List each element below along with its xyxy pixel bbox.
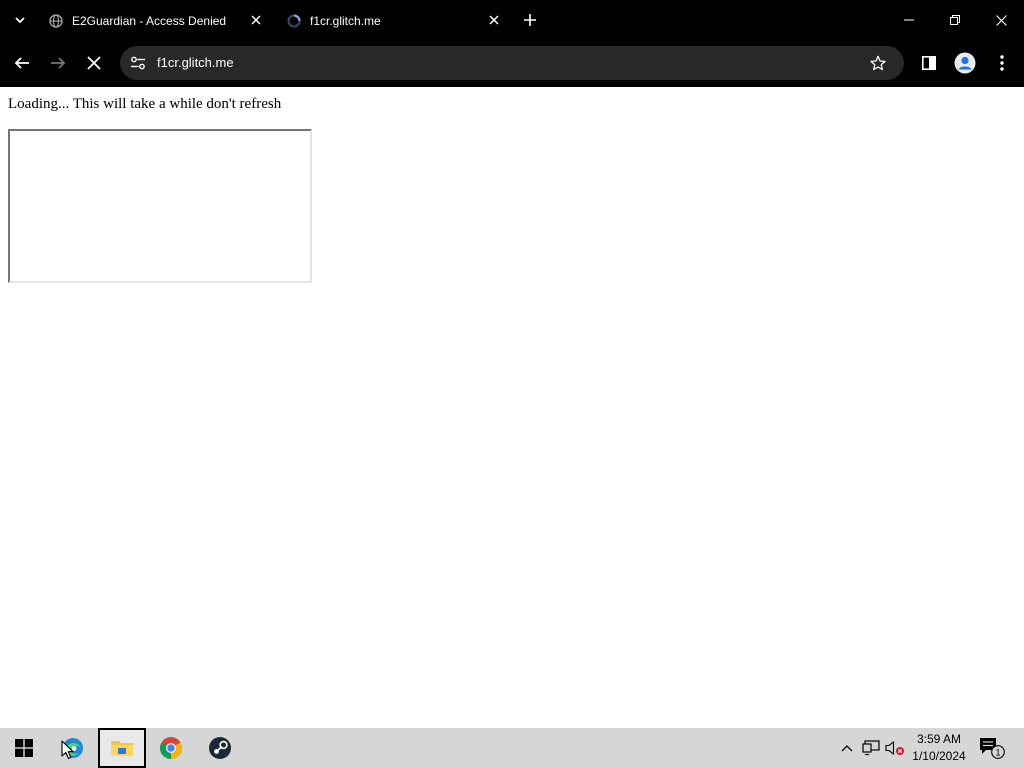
tab-f1cr[interactable]: f1cr.glitch.me	[286, 6, 506, 35]
forward-arrow-icon[interactable]	[44, 49, 72, 77]
close-window-icon[interactable]	[978, 0, 1024, 40]
loading-favicon-icon	[286, 13, 302, 29]
system-clock[interactable]: 3:59 AM 1/10/2024	[906, 731, 972, 765]
loading-message: Loading... This will take a while don't …	[8, 96, 282, 112]
clock-date: 1/10/2024	[912, 749, 966, 763]
steam-icon[interactable]	[196, 728, 244, 768]
tab-title: f1cr.glitch.me	[310, 13, 381, 28]
site-settings-icon[interactable]	[126, 51, 150, 75]
close-tab-icon[interactable]	[248, 12, 264, 28]
chrome-icon[interactable]	[147, 728, 195, 768]
tab-title: E2Guardian - Access Denied	[72, 13, 227, 28]
tab-strip: E2Guardian - Access Denied f1cr.glitch.m…	[0, 0, 1024, 41]
address-bar[interactable]: f1cr.glitch.me	[120, 46, 904, 80]
notification-center-icon[interactable]: 1	[978, 736, 1006, 760]
browser-toolbar: f1cr.glitch.me	[0, 41, 1024, 87]
file-explorer-icon[interactable]	[98, 728, 146, 768]
globe-icon	[48, 13, 64, 29]
embedded-frame[interactable]	[8, 129, 312, 283]
minimize-icon[interactable]	[886, 0, 932, 40]
stop-loading-icon[interactable]	[80, 49, 108, 77]
url-text[interactable]: f1cr.glitch.me	[157, 55, 234, 70]
more-menu-icon[interactable]	[988, 49, 1016, 77]
side-panel-icon[interactable]	[915, 49, 943, 77]
close-tab-icon[interactable]	[486, 12, 502, 28]
profile-avatar-icon[interactable]	[951, 49, 979, 77]
network-icon[interactable]	[861, 738, 881, 758]
restore-icon[interactable]	[932, 0, 978, 40]
back-arrow-icon[interactable]	[8, 49, 36, 77]
clock-time: 3:59 AM	[916, 732, 962, 746]
bookmark-star-icon[interactable]	[866, 51, 890, 75]
mouse-cursor-icon	[61, 740, 74, 760]
show-hidden-icons-chevron-icon[interactable]	[837, 738, 857, 758]
volume-muted-icon[interactable]	[885, 738, 905, 758]
notification-count: 1	[995, 747, 1000, 757]
taskbar: 3:59 AM 1/10/2024 1	[0, 728, 1024, 768]
new-tab-plus-icon[interactable]	[518, 8, 542, 32]
start-icon[interactable]	[0, 728, 48, 768]
page-content: Loading... This will take a while don't …	[0, 87, 1024, 728]
tab-e2guardian[interactable]: E2Guardian - Access Denied	[48, 6, 268, 35]
tab-search-chevron-icon[interactable]	[8, 8, 32, 32]
